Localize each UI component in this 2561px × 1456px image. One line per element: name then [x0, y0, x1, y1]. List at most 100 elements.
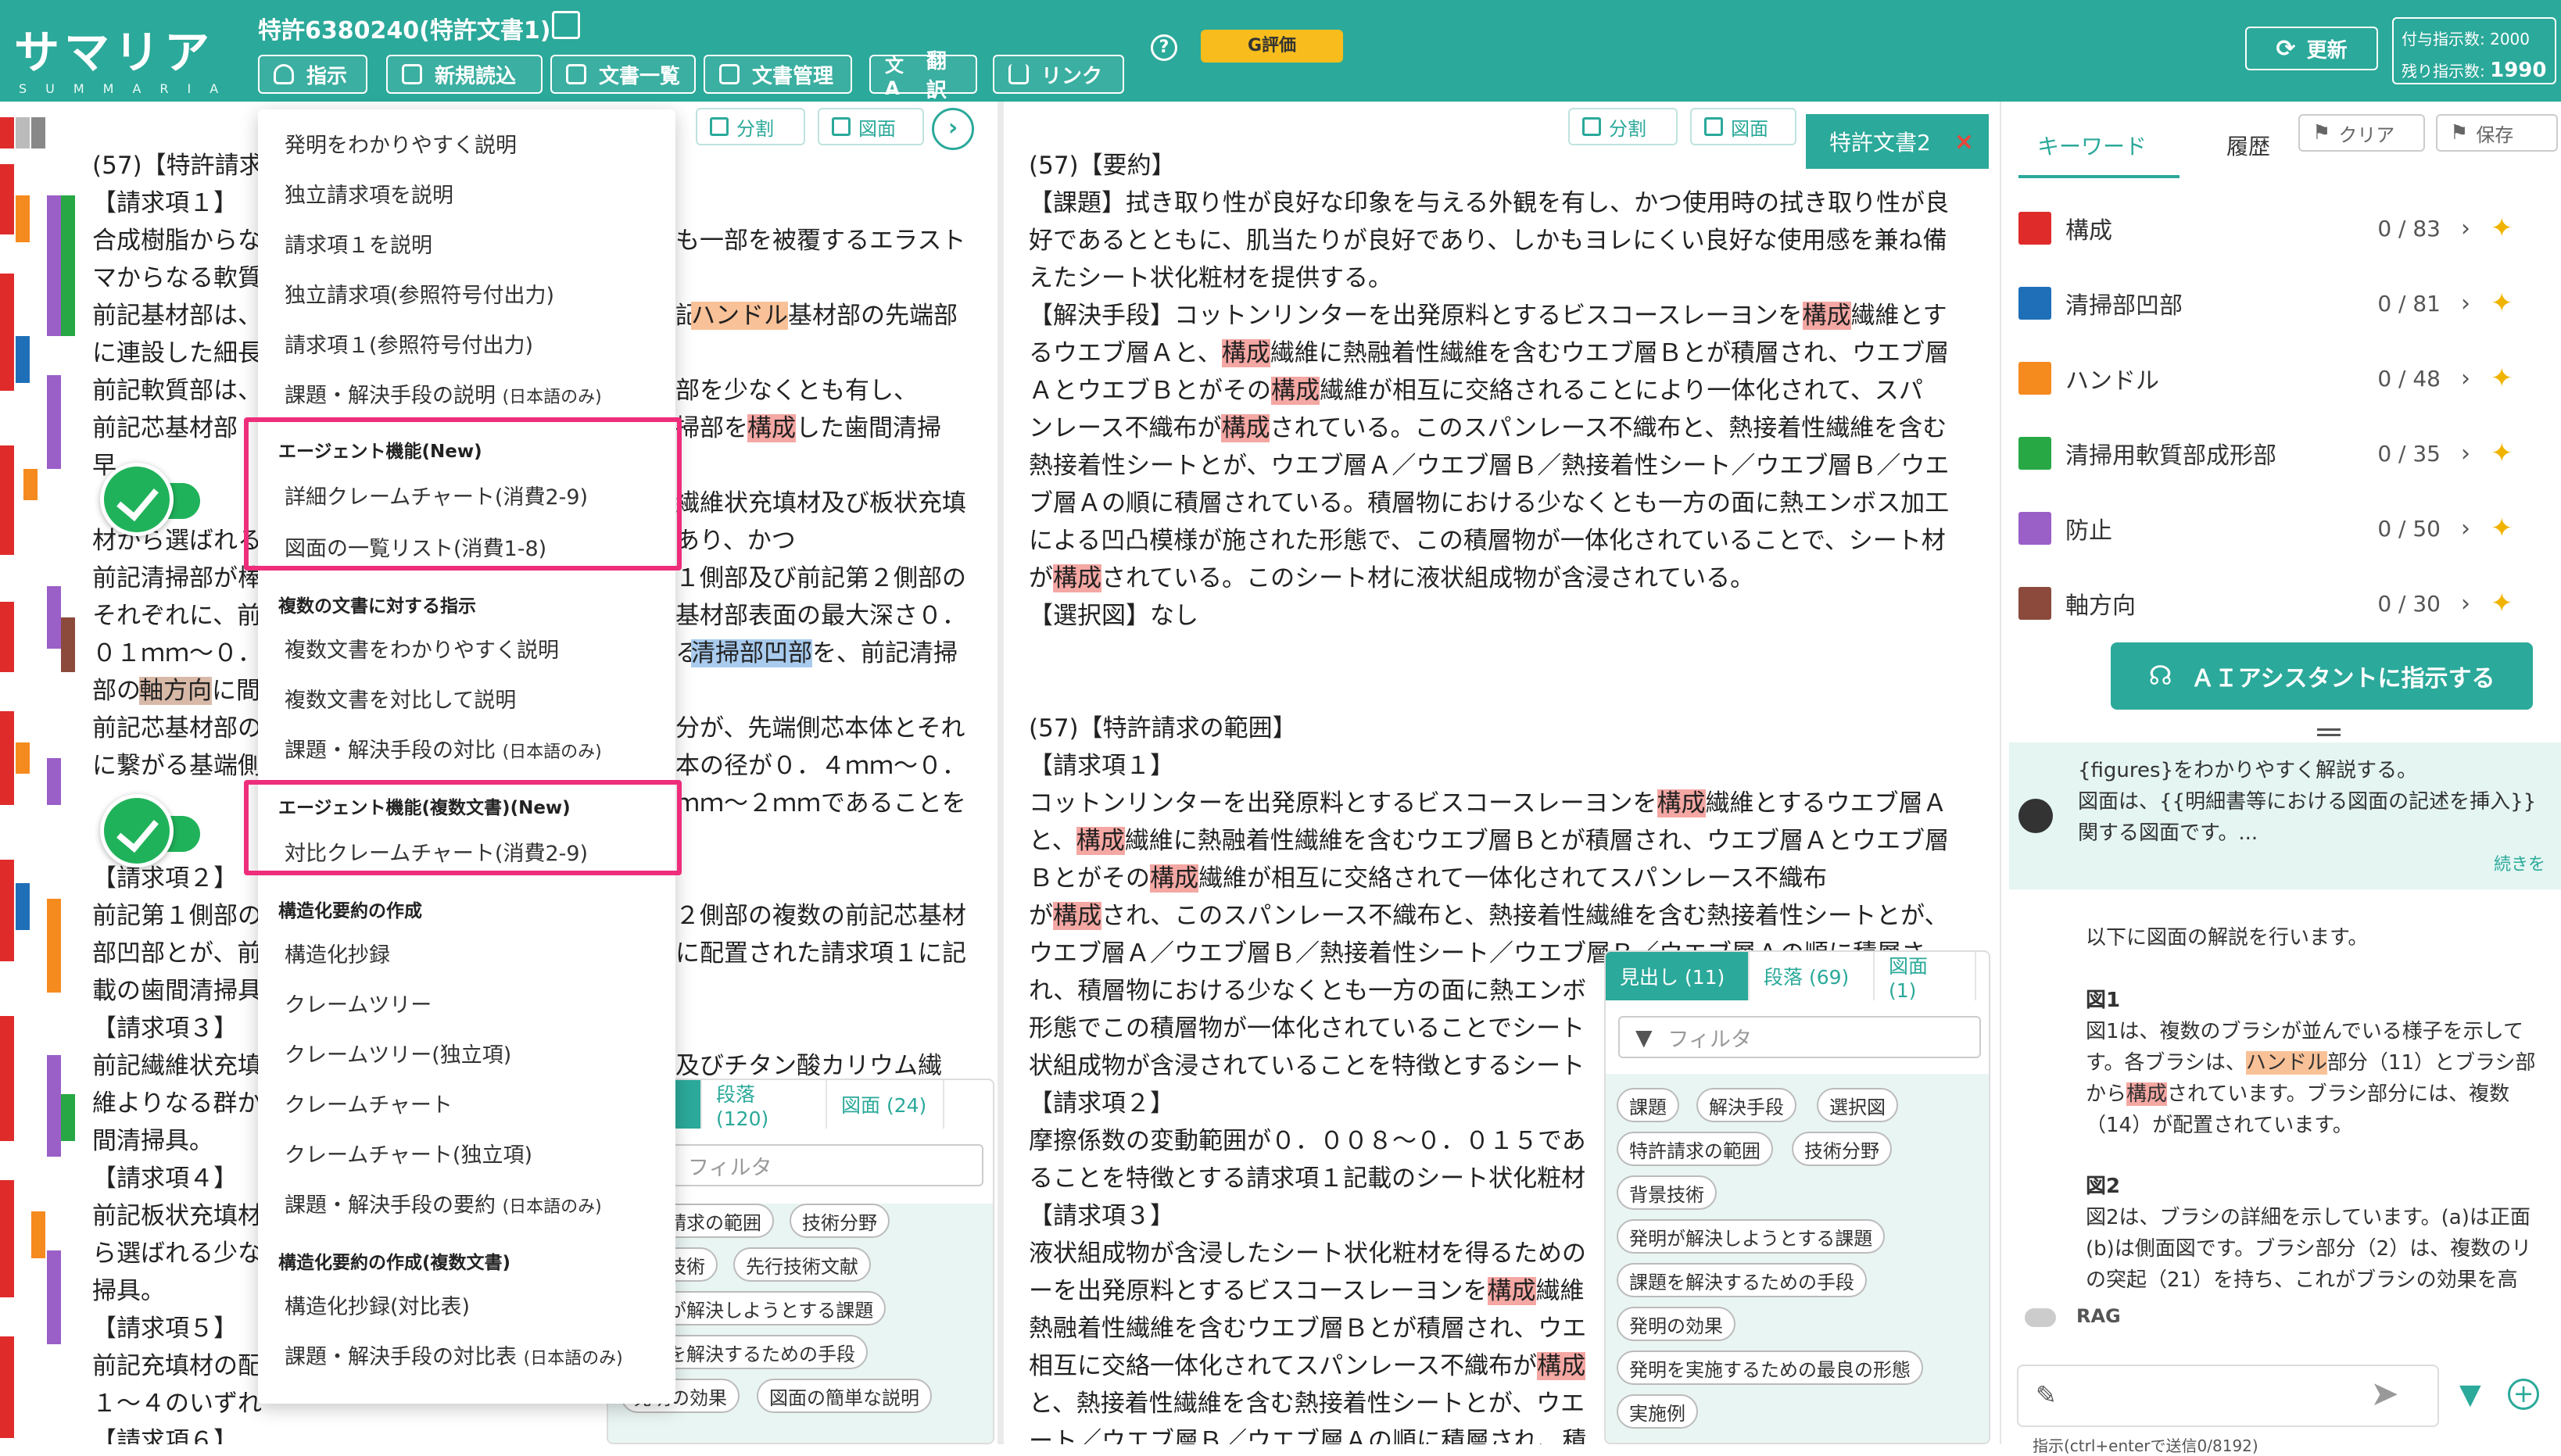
keyword-highlight-axis[interactable]: 軸方向 [139, 677, 212, 705]
doc1-figure-button[interactable]: 図面 [818, 108, 924, 145]
keyword-color-swatch[interactable] [2018, 212, 2051, 245]
filter-icon[interactable]: ▼ [2459, 1379, 2481, 1411]
chip-drawing-desc[interactable]: 図面の簡単な説明 [757, 1379, 932, 1413]
chip-invention-problem[interactable]: 発明が解決しようとする課題 [1617, 1219, 1886, 1254]
send-icon[interactable]: ➤ [2370, 1374, 2399, 1414]
keyword-row[interactable]: 防止 0 / 50 › ✦ [2018, 491, 2558, 566]
doc1-split-button[interactable]: 分割 [696, 108, 805, 145]
keyword-heat-strip[interactable] [0, 117, 75, 1446]
keyword-color-swatch[interactable] [2018, 287, 2051, 320]
g-eval-badge[interactable]: G評価 [1201, 30, 1343, 63]
keyword-highlight-kousei[interactable]: 構成 [1076, 827, 1125, 855]
pane-divider[interactable] [998, 102, 1004, 1444]
chip-solution[interactable]: を解決するための手段 [655, 1335, 868, 1369]
menu-problem-compare-table[interactable]: 課題・解決手段の対比表 (日本語のみ) [285, 1340, 623, 1370]
menu-structured-compare[interactable]: 構造化抄録(対比表) [285, 1290, 470, 1320]
chevron-right-icon[interactable]: › [2461, 290, 2470, 317]
chip-claims[interactable]: 特許請求の範囲 [1617, 1132, 1773, 1166]
menu-structured-abstract[interactable]: 構造化抄録 [285, 938, 390, 968]
keyword-highlight-kousei[interactable]: 構成 [1221, 339, 1270, 367]
sparkle-icon[interactable]: ✦ [2491, 438, 2513, 469]
keyword-row[interactable]: 軸方向 0 / 30 › ✦ [2018, 566, 2558, 641]
doc2-filter-input[interactable]: ▼ フィルタ [1618, 1016, 1981, 1058]
keyword-highlight-seisou[interactable]: 清掃部凹部 [691, 639, 812, 667]
chip-tech-field[interactable]: 技術分野 [790, 1204, 890, 1238]
chevron-right-icon[interactable]: › [2461, 515, 2470, 542]
show-more-link[interactable]: 続きを [2494, 850, 2545, 875]
translate-button[interactable]: 文A 翻訳 [869, 50, 977, 102]
chip-solution[interactable]: 解決手段 [1696, 1088, 1796, 1122]
keyword-highlight-kousei[interactable]: 構成 [1802, 302, 1851, 330]
tab-history[interactable]: 履歴 [2226, 130, 2270, 161]
tab-paragraphs[interactable]: 段落 (120) [702, 1080, 827, 1130]
menu-claim-chart[interactable]: クレームチャート [285, 1088, 453, 1118]
menu-compare-multi[interactable]: 複数文書を対比して説明 [285, 683, 516, 714]
chip-example[interactable]: 実施例 [1617, 1394, 1698, 1429]
doc-manage-button[interactable]: 文書管理 [704, 55, 852, 94]
drag-handle[interactable] [2317, 728, 2341, 736]
logo[interactable]: サマリア SUMMARIA [14, 16, 237, 96]
save-button[interactable]: ⚑ 保存 [2436, 114, 2558, 152]
keyword-highlight-handle[interactable]: ハンドル [691, 302, 788, 330]
keyword-highlight-kousei[interactable]: 構成 [1150, 864, 1198, 893]
doc1-filter-input[interactable]: フィルタ [671, 1144, 983, 1186]
instruction-input[interactable]: ✎ ➤ [2017, 1365, 2439, 1427]
help-icon[interactable]: ? [1151, 34, 1177, 61]
chip-background[interactable]: 背景技術 [1617, 1175, 1717, 1210]
doc-list-button[interactable]: 文書一覧 [550, 55, 696, 94]
instruct-button[interactable]: 指示 [258, 55, 367, 94]
menu-explain-invention[interactable]: 発明をわかりやすく説明 [285, 128, 517, 159]
keyword-row[interactable]: 清掃部凹部 0 / 81 › ✦ [2018, 266, 2558, 341]
tab-keywords[interactable]: キーワード [2037, 130, 2147, 161]
menu-problem-solution[interactable]: 課題・解決手段の説明 (日本語のみ) [285, 378, 602, 409]
menu-explain-multi[interactable]: 複数文書をわかりやすく説明 [285, 633, 559, 664]
sparkle-icon[interactable]: ✦ [2491, 213, 2513, 244]
menu-claim-tree-indep[interactable]: クレームツリー(独立項) [285, 1038, 511, 1068]
keyword-highlight-kousei[interactable]: 構成 [1271, 377, 1320, 405]
prompt-preview[interactable]: {figures}をわかりやすく解説する。 図面は、{{明細書等における図面の記… [2009, 742, 2561, 889]
menu-claim1-ref[interactable]: 請求項１(参照符号付出力) [285, 328, 533, 359]
sparkle-icon[interactable]: ✦ [2491, 588, 2513, 619]
external-link-icon[interactable] [552, 11, 580, 39]
keyword-highlight-kousei[interactable]: 構成 [747, 414, 796, 442]
keyword-highlight-kousei[interactable]: 構成 [1221, 414, 1270, 442]
chevron-right-icon[interactable]: › [2461, 365, 2470, 392]
chip-tech-field[interactable]: 技術分野 [1792, 1132, 1892, 1166]
tab-figures[interactable]: 図面 (24) [827, 1080, 944, 1129]
clear-button[interactable]: ⚑ クリア [2298, 114, 2425, 152]
chip-means[interactable]: 課題を解決するための手段 [1617, 1263, 1867, 1297]
menu-explain-claim1[interactable]: 請求項１を説明 [285, 228, 432, 259]
link-button[interactable]: リンク [993, 55, 1124, 94]
menu-problem-summary[interactable]: 課題・解決手段の要約 (日本語のみ) [285, 1188, 602, 1218]
chip-prior-art[interactable]: 先行技術文献 [733, 1247, 871, 1282]
menu-independent-ref[interactable]: 独立請求項(参照符号付出力) [285, 278, 554, 309]
keyword-highlight-kousei[interactable]: 構成 [1053, 902, 1101, 930]
chip-effect[interactable]: 発明の効果 [1617, 1307, 1735, 1341]
update-button[interactable]: ⟳ 更新 [2245, 27, 2378, 70]
sparkle-icon[interactable]: ✦ [2491, 363, 2513, 394]
ai-assistant-button[interactable]: ☊ ＡＩアシスタントに指示する [2111, 642, 2533, 710]
sparkle-icon[interactable]: ✦ [2491, 513, 2513, 544]
new-load-button[interactable]: 新規読込 [386, 55, 543, 94]
sparkle-icon[interactable]: ✦ [2491, 288, 2513, 319]
keyword-highlight-kousei[interactable]: 構成 [1053, 564, 1101, 592]
tab-paragraphs[interactable]: 段落 (69) [1750, 952, 1875, 1000]
keyword-color-swatch[interactable] [2018, 362, 2051, 395]
keyword-color-swatch[interactable] [2018, 512, 2051, 545]
chip-problem[interactable]: 課題 [1617, 1088, 1679, 1122]
keyword-highlight-kousei[interactable]: 構成 [1657, 789, 1706, 817]
menu-compare-problem[interactable]: 課題・解決手段の対比 (日本語のみ) [285, 733, 602, 764]
tab-figures[interactable]: 図面 (1) [1875, 952, 1976, 1002]
tab-headings[interactable]: 見出し (11) [1606, 952, 1750, 1000]
menu-claim-tree[interactable]: クレームツリー [285, 988, 432, 1018]
menu-explain-independent[interactable]: 独立請求項を説明 [285, 178, 453, 209]
keyword-color-swatch[interactable] [2018, 587, 2051, 620]
keyword-color-swatch[interactable] [2018, 437, 2051, 470]
keyword-highlight-kousei[interactable]: 構成 [1487, 1277, 1536, 1305]
chevron-right-icon[interactable]: › [2461, 440, 2470, 467]
chip-problem[interactable]: が解決しようとする課題 [655, 1291, 886, 1325]
doc2-split-button[interactable]: 分割 [1568, 108, 1678, 145]
rag-toggle[interactable] [2025, 1308, 2056, 1327]
chip-selected-fig[interactable]: 選択図 [1817, 1088, 1898, 1122]
chevron-right-icon[interactable]: › [2461, 215, 2470, 242]
